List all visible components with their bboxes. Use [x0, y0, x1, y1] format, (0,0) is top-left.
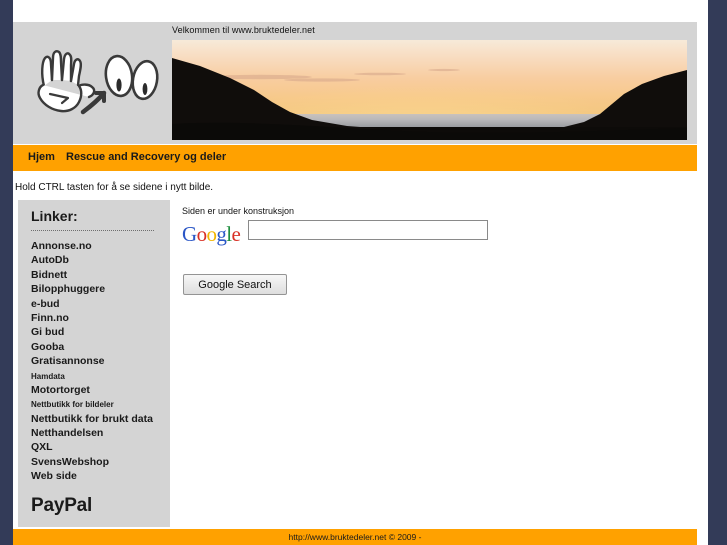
google-logo-letter-g1: G [182, 222, 197, 246]
google-search-button[interactable]: Google Search [183, 274, 287, 295]
list-item[interactable]: Motortorget [31, 382, 167, 396]
site-footer: http://www.bruktedeler.net © 2009 - [13, 529, 697, 545]
sidebar-item-finn[interactable]: Finn.no [31, 312, 69, 324]
list-item[interactable]: e-bud [31, 296, 167, 310]
ctrl-notice-text: Hold CTRL tasten for å se sidene i nytt … [15, 182, 214, 193]
list-item[interactable]: Bilopphuggere [31, 281, 167, 295]
sidebar-item-gratisannonse[interactable]: Gratisannonse [31, 355, 105, 367]
google-logo-letter-o2: o [206, 222, 217, 246]
sidebar-item-webside[interactable]: Web side [31, 470, 77, 482]
list-item[interactable]: QXL [31, 439, 167, 453]
list-item[interactable]: Hamdata [31, 368, 167, 382]
nav-item-hjem[interactable]: Hjem [28, 151, 55, 163]
list-item[interactable]: Gooba [31, 339, 167, 353]
list-item[interactable]: AutoDb [31, 252, 167, 266]
sidebar-item-gibud[interactable]: Gi bud [31, 326, 64, 338]
sidebar-item-nettbutikk-bildeler[interactable]: Nettbutikk for bildeler [31, 400, 114, 409]
list-item[interactable]: Gratisannonse [31, 353, 167, 367]
sidebar-item-autodb[interactable]: AutoDb [31, 254, 69, 266]
google-logo-icon: Google [182, 222, 241, 246]
sidebar-panel: Linker: Annonse.no AutoDb Bidnett Bilopp… [18, 200, 170, 527]
sidebar-item-gooba[interactable]: Gooba [31, 341, 64, 353]
sidebar-item-nettbutikk-brukt-data[interactable]: Nettbutikk for brukt data [31, 413, 153, 425]
page-root: Velkommen til www.bruktedeler.net Hjem R… [0, 0, 727, 545]
search-input[interactable] [248, 220, 488, 240]
content-frame: Velkommen til www.bruktedeler.net Hjem R… [13, 0, 708, 545]
sidebar-item-svenswebshop[interactable]: SvensWebshop [31, 456, 109, 468]
list-item[interactable]: Annonse.no [31, 238, 167, 252]
google-logo-letter-o1: o [196, 222, 208, 246]
sidebar-item-bilopphuggere[interactable]: Bilopphuggere [31, 283, 105, 295]
list-item[interactable]: Bidnett [31, 267, 167, 281]
sidebar-item-qxl[interactable]: QXL [31, 441, 53, 453]
sidebar-divider [31, 230, 154, 231]
list-item[interactable]: Gi bud [31, 324, 167, 338]
list-item[interactable]: Netthandelsen [31, 425, 167, 439]
banner-caption: Velkommen til www.bruktedeler.net [172, 25, 315, 35]
banner-area: Velkommen til www.bruktedeler.net [170, 22, 697, 144]
site-header: Velkommen til www.bruktedeler.net [13, 22, 697, 144]
sidebar-item-annonse[interactable]: Annonse.no [31, 240, 92, 252]
page-left-border [0, 0, 13, 545]
list-item[interactable]: Finn.no [31, 310, 167, 324]
google-logo-letter-g2: g [216, 222, 227, 246]
sidebar-item-ebud[interactable]: e-bud [31, 298, 60, 310]
paypal-label[interactable]: PayPal [31, 495, 92, 517]
list-item[interactable]: Web side [31, 468, 167, 482]
google-logo-letter-e: e [231, 222, 241, 246]
sidebar-item-netthandelsen[interactable]: Netthandelsen [31, 427, 103, 439]
main-navigation: Hjem Rescue and Recovery og deler [13, 145, 697, 171]
sidebar-item-motortorget[interactable]: Motortorget [31, 384, 90, 396]
nav-item-rescue[interactable]: Rescue and Recovery og deler [66, 151, 226, 163]
sunset-coastline-photo [172, 40, 687, 140]
under-construction-text: Siden er under konstruksjon [182, 206, 295, 216]
list-item[interactable]: Nettbutikk for brukt data [31, 411, 167, 425]
waving-hand-and-eyes-logo-icon [19, 44, 169, 122]
sidebar-item-bidnett[interactable]: Bidnett [31, 269, 67, 281]
footer-copyright-text: http://www.bruktedeler.net © 2009 - [288, 532, 422, 542]
sidebar-link-list: Annonse.no AutoDb Bidnett Bilopphuggere … [31, 238, 167, 483]
sidebar-item-hamdata[interactable]: Hamdata [31, 372, 65, 381]
list-item[interactable]: SvensWebshop [31, 454, 167, 468]
page-right-border [708, 0, 727, 545]
list-item[interactable]: Nettbutikk for bildeler [31, 396, 167, 410]
sidebar-title: Linker: [31, 208, 78, 224]
